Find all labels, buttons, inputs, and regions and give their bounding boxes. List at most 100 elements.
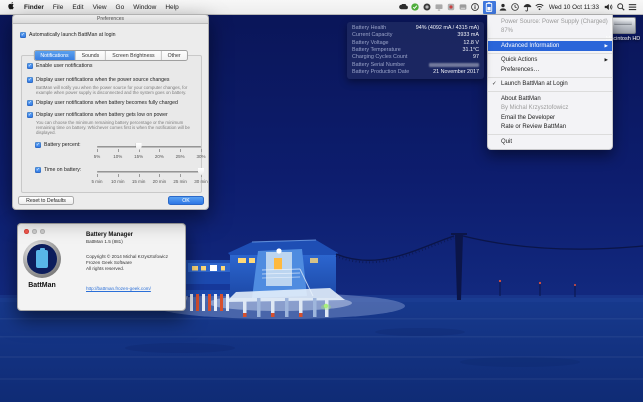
percent-tick-15: 15%: [134, 154, 144, 159]
tick: [117, 174, 119, 177]
submenu-arrow-icon: [605, 43, 608, 50]
percent-tick-25: 25%: [175, 154, 185, 159]
menubar-menu-go[interactable]: Go: [116, 4, 125, 11]
current-capacity-row: Current Capacity 3933 mA: [352, 32, 479, 39]
hard-drive-icon: [610, 17, 636, 34]
percent-tick-30: 30%: [196, 154, 206, 159]
power-source-label: Display user notifications when the powe…: [36, 77, 170, 83]
menu-item-quit[interactable]: Quit: [488, 137, 612, 147]
menu-item-advanced-information[interactable]: Advanced Information: [488, 41, 612, 51]
reset-to-defaults-button[interactable]: Reset to Defaults: [18, 196, 74, 205]
spotlight-icon[interactable]: [616, 1, 625, 14]
tab-notifications[interactable]: Notifications: [34, 51, 76, 60]
menubar-clock[interactable]: Wed 10 Oct 11:33: [549, 4, 599, 11]
time-on-battery-checkbox[interactable]: Time on battery:: [35, 167, 81, 174]
battery-percent-label: Battery percent:: [44, 142, 81, 148]
camera-status-icon[interactable]: [423, 1, 432, 14]
enable-notifications-checkbox[interactable]: Enable user notifications: [27, 63, 93, 70]
menubar-menu-file[interactable]: File: [53, 4, 63, 11]
tick: [201, 149, 202, 152]
auto-launch-label: Automatically launch BattMan at login: [29, 32, 116, 38]
menu-item-about-battman[interactable]: About BattMan: [488, 94, 612, 104]
battery-health-label: Battery Health: [352, 25, 387, 31]
menubar-app-finder[interactable]: Finder: [24, 4, 44, 11]
tick: [159, 149, 161, 152]
fully-charged-label: Display user notifications when battery …: [36, 100, 178, 106]
zoom-button[interactable]: [40, 229, 45, 234]
volume-status-icon[interactable]: [604, 1, 613, 14]
battman-dropdown-menu: Power Source: Power Supply (Charged) 87%…: [487, 15, 613, 150]
checkbox-checked-icon: [35, 142, 41, 148]
sync-ok-status-icon[interactable]: [411, 1, 420, 14]
tab-other[interactable]: Other: [161, 51, 187, 60]
about-copyright-line3: All rights reserved.: [86, 266, 125, 271]
battery-temperature-label: Battery Temperature: [352, 46, 401, 53]
about-website-link[interactable]: http://battman.frozen-geek.com/: [86, 286, 151, 291]
window-title: Preferences: [97, 16, 124, 22]
clock-status-icon[interactable]: [511, 1, 520, 14]
advanced-information-label: Advanced Information: [501, 42, 560, 49]
menu-item-by-author: By Michal Krzysztofowicz: [501, 105, 569, 111]
menu-item-quick-actions[interactable]: Quick Actions: [488, 56, 612, 66]
ok-button[interactable]: OK: [168, 196, 204, 205]
checkbox-checked-icon: [35, 167, 41, 173]
menu-item-launch-at-login[interactable]: ✓ Launch BattMan at Login: [488, 80, 612, 90]
battman-app-icon: [23, 240, 61, 278]
onepassword-status-icon[interactable]: [447, 1, 456, 14]
menu-item-power-source: Power Source: Power Supply (Charged): [501, 18, 608, 25]
battery-percent-slider[interactable]: [97, 146, 201, 148]
tick: [180, 174, 182, 177]
battery-production-value: 21 November 2017: [433, 68, 479, 75]
menu-item-rate-review[interactable]: Rate or Review BattMan: [488, 123, 612, 133]
apple-menu[interactable]: [7, 1, 15, 13]
power-source-description: BattMan will notify you when the power s…: [36, 85, 188, 96]
notification-center-icon[interactable]: [628, 1, 637, 14]
app-icon-label: BattMan: [28, 282, 56, 289]
menubar-menu-help[interactable]: Help: [165, 4, 178, 11]
tab-screen-brightness[interactable]: Screen Brightness: [106, 51, 162, 60]
battery-percent-checkbox[interactable]: Battery percent:: [35, 142, 81, 149]
cloud-status-icon[interactable]: [398, 1, 408, 14]
submenu-arrow-icon: [605, 57, 608, 64]
umbrella-status-icon[interactable]: [523, 1, 532, 14]
time-tick-15: 15 min: [131, 179, 146, 184]
keyboard-status-icon[interactable]: [459, 1, 468, 14]
minimize-button[interactable]: [32, 229, 37, 234]
close-button[interactable]: [24, 229, 29, 234]
battery-serial-row: Battery Serial Number: [352, 62, 479, 69]
battery-production-label: Battery Production Date: [352, 68, 410, 75]
menu-item-preferences[interactable]: Preferences…: [488, 65, 612, 75]
advanced-information-panel: Battery Health 94% (4092 mA / 4315 mA) C…: [347, 22, 484, 79]
menu-separator: [488, 134, 612, 135]
quick-actions-label: Quick Actions: [501, 57, 538, 63]
user-status-icon[interactable]: [499, 1, 508, 14]
display-status-icon[interactable]: [435, 1, 444, 14]
tick: [159, 174, 161, 177]
auto-launch-checkbox[interactable]: Automatically launch BattMan at login: [20, 32, 116, 39]
time-on-battery-slider[interactable]: [97, 171, 201, 173]
battman-menubar-icon[interactable]: [482, 0, 496, 14]
wifi-status-icon[interactable]: [535, 1, 544, 14]
tab-sounds[interactable]: Sounds: [75, 51, 107, 60]
time-tick-30: 30 min: [194, 179, 208, 184]
low-power-checkbox[interactable]: Display user notifications when battery …: [27, 112, 168, 119]
about-app-name: Battery Manager: [86, 232, 134, 238]
about-copyright-line2: Frozen Geek Software: [86, 260, 132, 265]
info-status-icon[interactable]: [471, 1, 480, 14]
battery-icon: [36, 247, 48, 268]
battery-serial-label: Battery Serial Number: [352, 61, 406, 68]
fully-charged-checkbox[interactable]: Display user notifications when battery …: [27, 100, 178, 107]
preferences-title-bar[interactable]: Preferences: [13, 15, 208, 24]
checkbox-checked-icon: [27, 112, 33, 118]
tick: [117, 149, 119, 152]
apple-icon: [8, 1, 14, 9]
battery-temperature-value: 31.1°C: [462, 46, 479, 53]
power-source-checkbox[interactable]: Display user notifications when the powe…: [27, 77, 170, 84]
menubar-menu-window[interactable]: Window: [133, 4, 156, 11]
charging-cycles-row: Charging Cycles Count 97: [352, 54, 479, 61]
percent-tick-5: 5%: [93, 154, 101, 159]
menubar-menu-view[interactable]: View: [93, 4, 107, 11]
menubar-menu-edit[interactable]: Edit: [72, 4, 83, 11]
menu-item-email-developer[interactable]: Email the Developer: [488, 113, 612, 123]
tick: [97, 174, 98, 177]
